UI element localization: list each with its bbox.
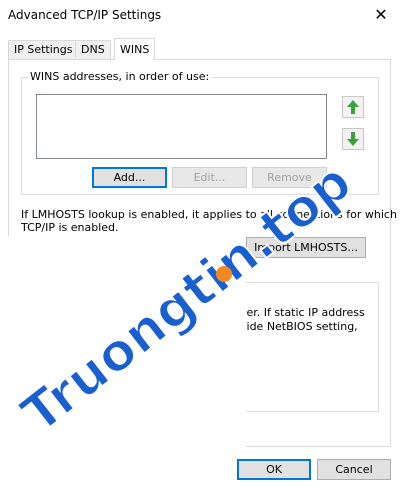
- ok-button[interactable]: OK: [237, 459, 311, 480]
- remove-button[interactable]: Remove: [252, 167, 327, 188]
- tab-wins[interactable]: WINS: [114, 38, 156, 60]
- edit-button[interactable]: Edit...: [172, 167, 247, 188]
- arrow-up-icon: [347, 100, 359, 114]
- lmhosts-info-line2: TCP/IP is enabled.: [21, 221, 119, 234]
- watermark-backdrop: [0, 236, 246, 456]
- move-up-button[interactable]: [342, 96, 364, 118]
- tab-dns[interactable]: DNS: [75, 40, 111, 59]
- wins-addresses-group: WINS addresses, in order of use: Add... …: [21, 70, 379, 195]
- add-button[interactable]: Add...: [92, 167, 167, 188]
- title-bar: Advanced TCP/IP Settings ✕: [0, 0, 400, 32]
- tab-ip-settings[interactable]: IP Settings: [8, 40, 79, 59]
- move-down-button[interactable]: [342, 128, 364, 150]
- close-icon[interactable]: ✕: [370, 4, 392, 26]
- wins-addresses-label: WINS addresses, in order of use:: [28, 70, 212, 83]
- cancel-button[interactable]: Cancel: [317, 459, 391, 480]
- wins-address-list[interactable]: [36, 94, 327, 159]
- lmhosts-info-line1: If LMHOSTS lookup is enabled, it applies…: [21, 208, 397, 221]
- arrow-down-icon: [347, 132, 359, 146]
- netbios-info-fragment-1: ver. If static IP address: [240, 306, 365, 319]
- window-title: Advanced TCP/IP Settings: [8, 8, 162, 22]
- import-lmhosts-button[interactable]: Import LMHOSTS...: [246, 237, 366, 258]
- netbios-info-fragment-2: vide NetBIOS setting,: [240, 320, 358, 333]
